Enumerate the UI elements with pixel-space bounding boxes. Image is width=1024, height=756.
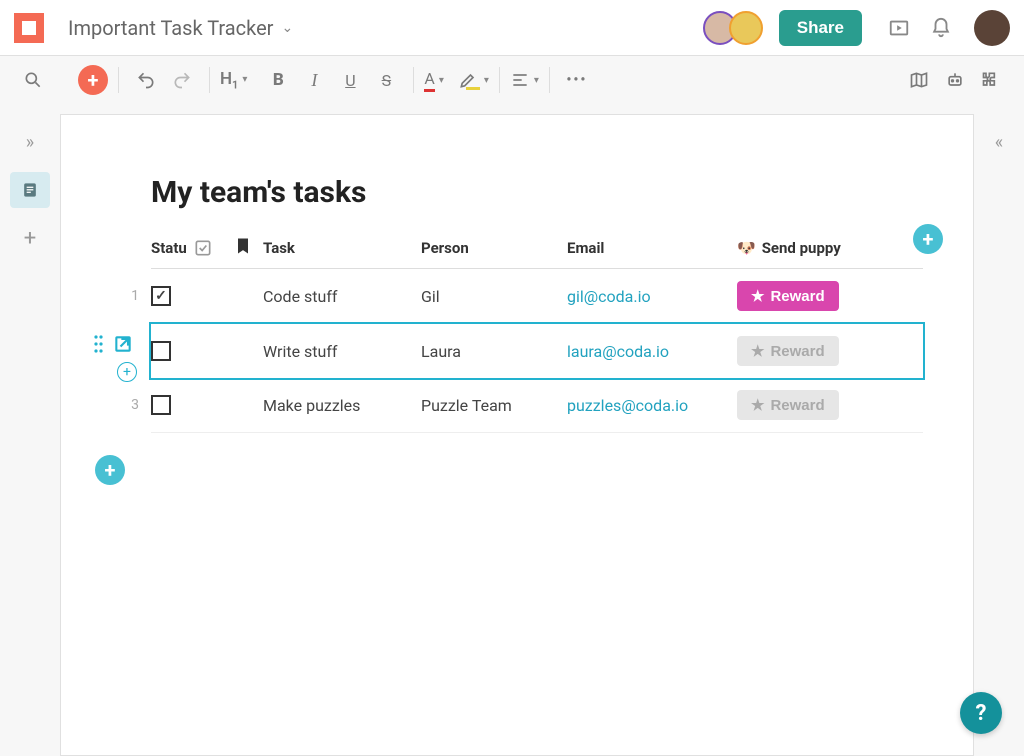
redo-icon[interactable] xyxy=(165,63,199,97)
add-page-icon[interactable]: + xyxy=(10,220,50,256)
add-column-button[interactable]: + xyxy=(913,224,943,254)
column-label: Statu xyxy=(151,239,187,257)
heading-style-dropdown[interactable]: H1 ▾ xyxy=(220,69,247,91)
insert-row-below-button[interactable]: + xyxy=(117,362,137,382)
reward-button[interactable]: ★ Reward xyxy=(737,390,839,420)
logo-mark xyxy=(22,21,36,35)
text-color-dropdown[interactable]: A ▾ xyxy=(424,69,443,92)
undo-icon[interactable] xyxy=(129,63,163,97)
highlight-color-dropdown[interactable]: ▾ xyxy=(458,70,489,90)
underline-icon[interactable]: U xyxy=(333,63,367,97)
cell-person[interactable]: Laura xyxy=(421,342,567,361)
cell-task[interactable]: Code stuff xyxy=(263,287,421,306)
table-header-row: Statu Task Person Email 🐶 Send puppy xyxy=(151,228,923,269)
column-header-bookmark[interactable] xyxy=(233,236,263,260)
column-header-status[interactable]: Statu xyxy=(151,238,233,258)
insert-button[interactable]: + xyxy=(78,65,108,95)
strikethrough-icon[interactable]: S xyxy=(369,63,403,97)
presence-avatars[interactable] xyxy=(711,11,763,45)
reward-label: Reward xyxy=(770,288,824,305)
email-link[interactable]: puzzles@coda.io xyxy=(567,396,688,415)
document-canvas[interactable]: My team's tasks + Statu Task Person Emai… xyxy=(60,114,974,756)
cell-status[interactable] xyxy=(151,341,233,361)
row-number: 3 xyxy=(119,397,139,413)
chevron-down-icon: ▾ xyxy=(534,75,539,86)
row-handle[interactable] xyxy=(89,334,133,354)
formatting-toolbar: + H1 ▾ B I U S A ▾ ▾ ▾ ••• xyxy=(0,56,1024,104)
bell-icon[interactable] xyxy=(924,11,958,45)
italic-icon[interactable]: I xyxy=(297,63,331,97)
puzzle-icon[interactable] xyxy=(974,63,1008,97)
cell-reward[interactable]: ★ Reward xyxy=(737,390,887,420)
checkbox-unchecked-icon[interactable] xyxy=(151,395,171,415)
tasks-table: + Statu Task Person Email 🐶 Send puppy xyxy=(151,228,923,433)
app-header: Important Task Tracker ⌄ Share xyxy=(0,0,1024,56)
cell-email[interactable]: gil@coda.io xyxy=(567,287,737,306)
column-label: Send puppy xyxy=(762,239,841,257)
separator xyxy=(413,67,414,93)
search-icon[interactable] xyxy=(16,63,50,97)
bold-icon[interactable]: B xyxy=(261,63,295,97)
more-icon[interactable]: ••• xyxy=(560,63,594,97)
help-button[interactable]: ? xyxy=(960,692,1002,734)
column-header-task[interactable]: Task xyxy=(263,239,421,257)
column-header-email[interactable]: Email xyxy=(567,239,737,257)
email-link[interactable]: laura@coda.io xyxy=(567,342,669,361)
email-link[interactable]: gil@coda.io xyxy=(567,287,651,306)
page-title[interactable]: My team's tasks xyxy=(151,175,923,210)
profile-avatar[interactable] xyxy=(974,10,1010,46)
body-wrap: » + My team's tasks + Statu Task Person … xyxy=(0,104,1024,756)
column-header-person[interactable]: Person xyxy=(421,239,567,257)
chevron-down-icon: ⌄ xyxy=(281,20,293,36)
collapse-right-rail-icon[interactable]: « xyxy=(979,124,1019,160)
cell-status[interactable] xyxy=(151,286,233,306)
cell-email[interactable]: puzzles@coda.io xyxy=(567,396,737,415)
page-nav-item[interactable] xyxy=(10,172,50,208)
table-row[interactable]: + Write stuff Laura laura@coda.io ★ Rewa… xyxy=(149,322,925,380)
separator xyxy=(549,67,550,93)
checkbox-unchecked-icon[interactable] xyxy=(151,341,171,361)
cell-person[interactable]: Gil xyxy=(421,287,567,306)
avatar-user-2[interactable] xyxy=(729,11,763,45)
chevron-down-icon: ▾ xyxy=(439,75,444,86)
star-icon: ★ xyxy=(751,342,764,360)
share-button[interactable]: Share xyxy=(779,10,862,46)
reward-label: Reward xyxy=(770,397,824,414)
star-icon: ★ xyxy=(751,287,764,305)
add-row-button[interactable]: + xyxy=(95,455,125,485)
separator xyxy=(499,67,500,93)
cell-reward[interactable]: ★ Reward xyxy=(737,281,887,311)
robot-icon[interactable] xyxy=(938,63,972,97)
separator xyxy=(118,67,119,93)
cell-reward[interactable]: ★ Reward xyxy=(737,336,887,366)
checkbox-checked-icon[interactable] xyxy=(151,286,171,306)
reward-label: Reward xyxy=(770,343,824,360)
chevron-down-icon: ▾ xyxy=(484,75,489,86)
chevron-down-icon: ▾ xyxy=(242,74,247,85)
doc-title-dropdown[interactable]: Important Task Tracker ⌄ xyxy=(68,16,293,40)
cell-email[interactable]: laura@coda.io xyxy=(567,342,737,361)
align-dropdown[interactable]: ▾ xyxy=(510,70,539,90)
reward-button[interactable]: ★ Reward xyxy=(737,281,839,311)
star-icon: ★ xyxy=(751,396,764,414)
row-number: 1 xyxy=(119,288,139,304)
presentation-icon[interactable] xyxy=(882,11,916,45)
map-icon[interactable] xyxy=(902,63,936,97)
right-rail: « xyxy=(974,104,1024,756)
reward-button[interactable]: ★ Reward xyxy=(737,336,839,366)
app-logo[interactable] xyxy=(14,13,44,43)
table-row[interactable]: 1 Code stuff Gil gil@coda.io ★ Reward xyxy=(151,269,923,324)
column-header-reward[interactable]: 🐶 Send puppy xyxy=(737,239,887,257)
cell-task[interactable]: Write stuff xyxy=(263,342,421,361)
doc-title-text: Important Task Tracker xyxy=(68,16,273,40)
puppy-icon: 🐶 xyxy=(737,239,756,257)
cell-task[interactable]: Make puzzles xyxy=(263,396,421,415)
cell-person[interactable]: Puzzle Team xyxy=(421,396,567,415)
cell-status[interactable] xyxy=(151,395,233,415)
collapse-rail-icon[interactable]: » xyxy=(10,124,50,160)
table-row[interactable]: 3 Make puzzles Puzzle Team puzzles@coda.… xyxy=(151,378,923,433)
left-rail: » + xyxy=(0,104,60,756)
separator xyxy=(209,67,210,93)
